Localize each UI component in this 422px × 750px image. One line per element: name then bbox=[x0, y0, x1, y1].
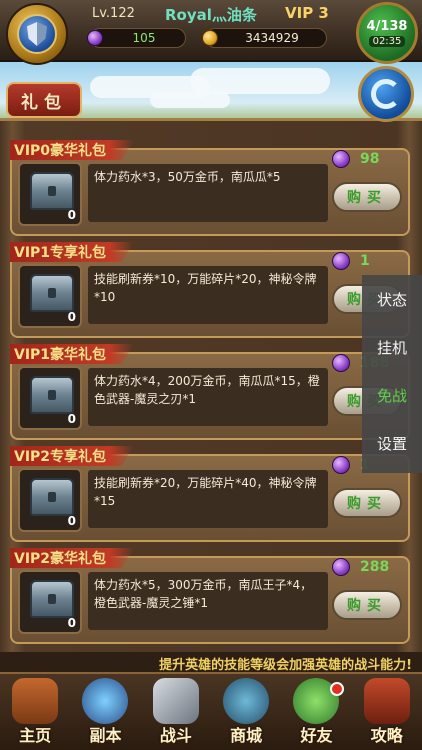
side-menu-idle[interactable]: 挂机 bbox=[362, 323, 422, 371]
player-name: Royal灬油条 bbox=[165, 6, 257, 24]
treasure-chest-icon bbox=[30, 376, 74, 414]
pack-title: VIP0豪华礼包 bbox=[10, 140, 135, 160]
owl-icon bbox=[223, 678, 270, 724]
pack-title: VIP1豪华礼包 bbox=[10, 344, 135, 364]
bottom-nav: 主页 副本 战斗 商城 好友 攻略 bbox=[0, 672, 422, 750]
stamina-count: 4/138 bbox=[366, 19, 408, 34]
gift-pack-card: VIP0豪华礼包 0 体力药水*3，50万金币，南瓜瓜*5 98 购买 bbox=[10, 140, 410, 236]
tip-bar: 提升英雄的技能等级会加强英雄的战斗能力! bbox=[0, 652, 422, 673]
price-value: 288 bbox=[360, 559, 390, 575]
chest-slot[interactable]: 0 bbox=[18, 162, 82, 226]
nav-shop[interactable]: 商城 bbox=[211, 674, 281, 750]
top-status-bar: Lv.122 Royal灬油条 VIP 3 105 3434929 4/138 … bbox=[0, 0, 422, 65]
chest-lock bbox=[48, 186, 56, 196]
chest-lock bbox=[48, 594, 56, 604]
nav-label: 主页 bbox=[19, 726, 52, 745]
nav-label: 战斗 bbox=[159, 726, 192, 745]
player-emblem[interactable] bbox=[6, 3, 68, 65]
vip-level: VIP 3 bbox=[285, 4, 329, 22]
treasure-chest-icon bbox=[30, 478, 74, 516]
treasure-chest-icon bbox=[30, 274, 74, 312]
pack-description: 体力药水*4，200万金币，南瓜瓜*15，橙色武器-魔灵之刃*1 bbox=[88, 368, 328, 426]
price: 98 bbox=[332, 150, 379, 168]
owned-count: 0 bbox=[67, 616, 76, 630]
treasure-chest-icon bbox=[30, 580, 74, 618]
gem-counter[interactable]: 105 bbox=[87, 28, 186, 48]
gem-icon bbox=[332, 354, 350, 372]
gift-pack-card: VIP1专享礼包 0 技能刷新券*10，万能碎片*20，神秘令牌*10 1 购买 bbox=[10, 242, 410, 338]
chest-slot[interactable]: 0 bbox=[18, 366, 82, 430]
house-icon bbox=[12, 678, 59, 724]
stamina-timer: 02:35 bbox=[368, 36, 406, 47]
pack-description: 技能刷新券*10，万能碎片*20，神秘令牌*10 bbox=[88, 266, 328, 324]
refresh-button[interactable] bbox=[358, 66, 414, 122]
nav-label: 攻略 bbox=[370, 726, 403, 745]
nav-home[interactable]: 主页 bbox=[0, 674, 70, 750]
book-icon bbox=[363, 678, 410, 724]
chest-slot[interactable]: 0 bbox=[18, 570, 82, 634]
pack-description: 体力药水*3，50万金币，南瓜瓜*5 bbox=[88, 164, 328, 222]
crystal-ball-icon bbox=[82, 678, 129, 724]
emblem-inner bbox=[17, 14, 57, 54]
owned-count: 0 bbox=[67, 514, 76, 528]
owned-count: 0 bbox=[67, 412, 76, 426]
chest-slot[interactable]: 0 bbox=[18, 264, 82, 328]
side-menu: 状态 挂机 免战 设置 bbox=[362, 275, 422, 473]
shield-icon bbox=[27, 22, 47, 46]
gem-icon bbox=[332, 456, 350, 474]
nav-dungeon[interactable]: 副本 bbox=[70, 674, 140, 750]
nav-label: 副本 bbox=[89, 726, 122, 745]
player-level: Lv.122 bbox=[92, 6, 135, 21]
price: 1 bbox=[332, 252, 370, 270]
gem-icon bbox=[332, 558, 350, 576]
side-menu-no-battle[interactable]: 免战 bbox=[362, 371, 422, 419]
gold-coin-icon bbox=[202, 30, 218, 46]
nav-battle[interactable]: 战斗 bbox=[141, 674, 211, 750]
tip-text: 提升英雄的技能等级会加强英雄的战斗能力! bbox=[159, 658, 412, 673]
owned-count: 0 bbox=[67, 310, 76, 324]
buy-button[interactable]: 购买 bbox=[332, 590, 402, 620]
gem-icon bbox=[332, 252, 350, 270]
price-value: 1 bbox=[360, 253, 370, 269]
gold-counter[interactable]: 3434929 bbox=[202, 28, 327, 48]
pack-title: VIP2豪华礼包 bbox=[10, 548, 135, 568]
side-menu-status[interactable]: 状态 bbox=[362, 275, 422, 323]
pack-title: VIP1专享礼包 bbox=[10, 242, 135, 262]
pack-title: VIP2专享礼包 bbox=[10, 446, 135, 466]
chest-lock bbox=[48, 492, 56, 502]
refresh-icon bbox=[371, 79, 401, 109]
nav-guide[interactable]: 攻略 bbox=[352, 674, 422, 750]
cloud bbox=[150, 92, 230, 108]
gift-pack-card: VIP1豪华礼包 0 体力药水*4，200万金币，南瓜瓜*15，橙色武器-魔灵之… bbox=[10, 344, 410, 440]
gold-amount: 3434929 bbox=[245, 31, 299, 45]
buy-button[interactable]: 购买 bbox=[332, 488, 402, 518]
nav-friends[interactable]: 好友 bbox=[281, 674, 351, 750]
gift-pack-card: VIP2专享礼包 0 技能刷新券*20，万能碎片*40，神秘令牌*15 1 购买 bbox=[10, 446, 410, 542]
buy-button[interactable]: 购买 bbox=[332, 182, 402, 212]
side-menu-settings[interactable]: 设置 bbox=[362, 419, 422, 467]
price-value: 98 bbox=[360, 151, 380, 167]
gem-icon bbox=[87, 30, 103, 46]
pack-description: 技能刷新券*20，万能碎片*40，神秘令牌*15 bbox=[88, 470, 328, 528]
treasure-chest-icon bbox=[30, 172, 74, 210]
pack-description: 体力药水*5，300万金币，南瓜王子*4，橙色武器-魔灵之锤*1 bbox=[88, 572, 328, 630]
chest-lock bbox=[48, 390, 56, 400]
stamina-orb[interactable]: 4/138 02:35 bbox=[356, 2, 418, 64]
cloud bbox=[190, 68, 330, 94]
nav-label: 好友 bbox=[300, 726, 333, 745]
price: 288 bbox=[332, 558, 389, 576]
gem-icon bbox=[332, 150, 350, 168]
chest-slot[interactable]: 0 bbox=[18, 468, 82, 532]
notification-badge bbox=[329, 682, 344, 696]
swords-icon bbox=[152, 678, 199, 724]
gift-pack-card: VIP2豪华礼包 0 体力药水*5，300万金币，南瓜王子*4，橙色武器-魔灵之… bbox=[10, 548, 410, 644]
chest-lock bbox=[48, 288, 56, 298]
owned-count: 0 bbox=[67, 208, 76, 222]
tab-gift-pack[interactable]: 礼包 bbox=[6, 82, 82, 118]
gem-amount: 105 bbox=[132, 31, 156, 45]
nav-label: 商城 bbox=[230, 726, 263, 745]
